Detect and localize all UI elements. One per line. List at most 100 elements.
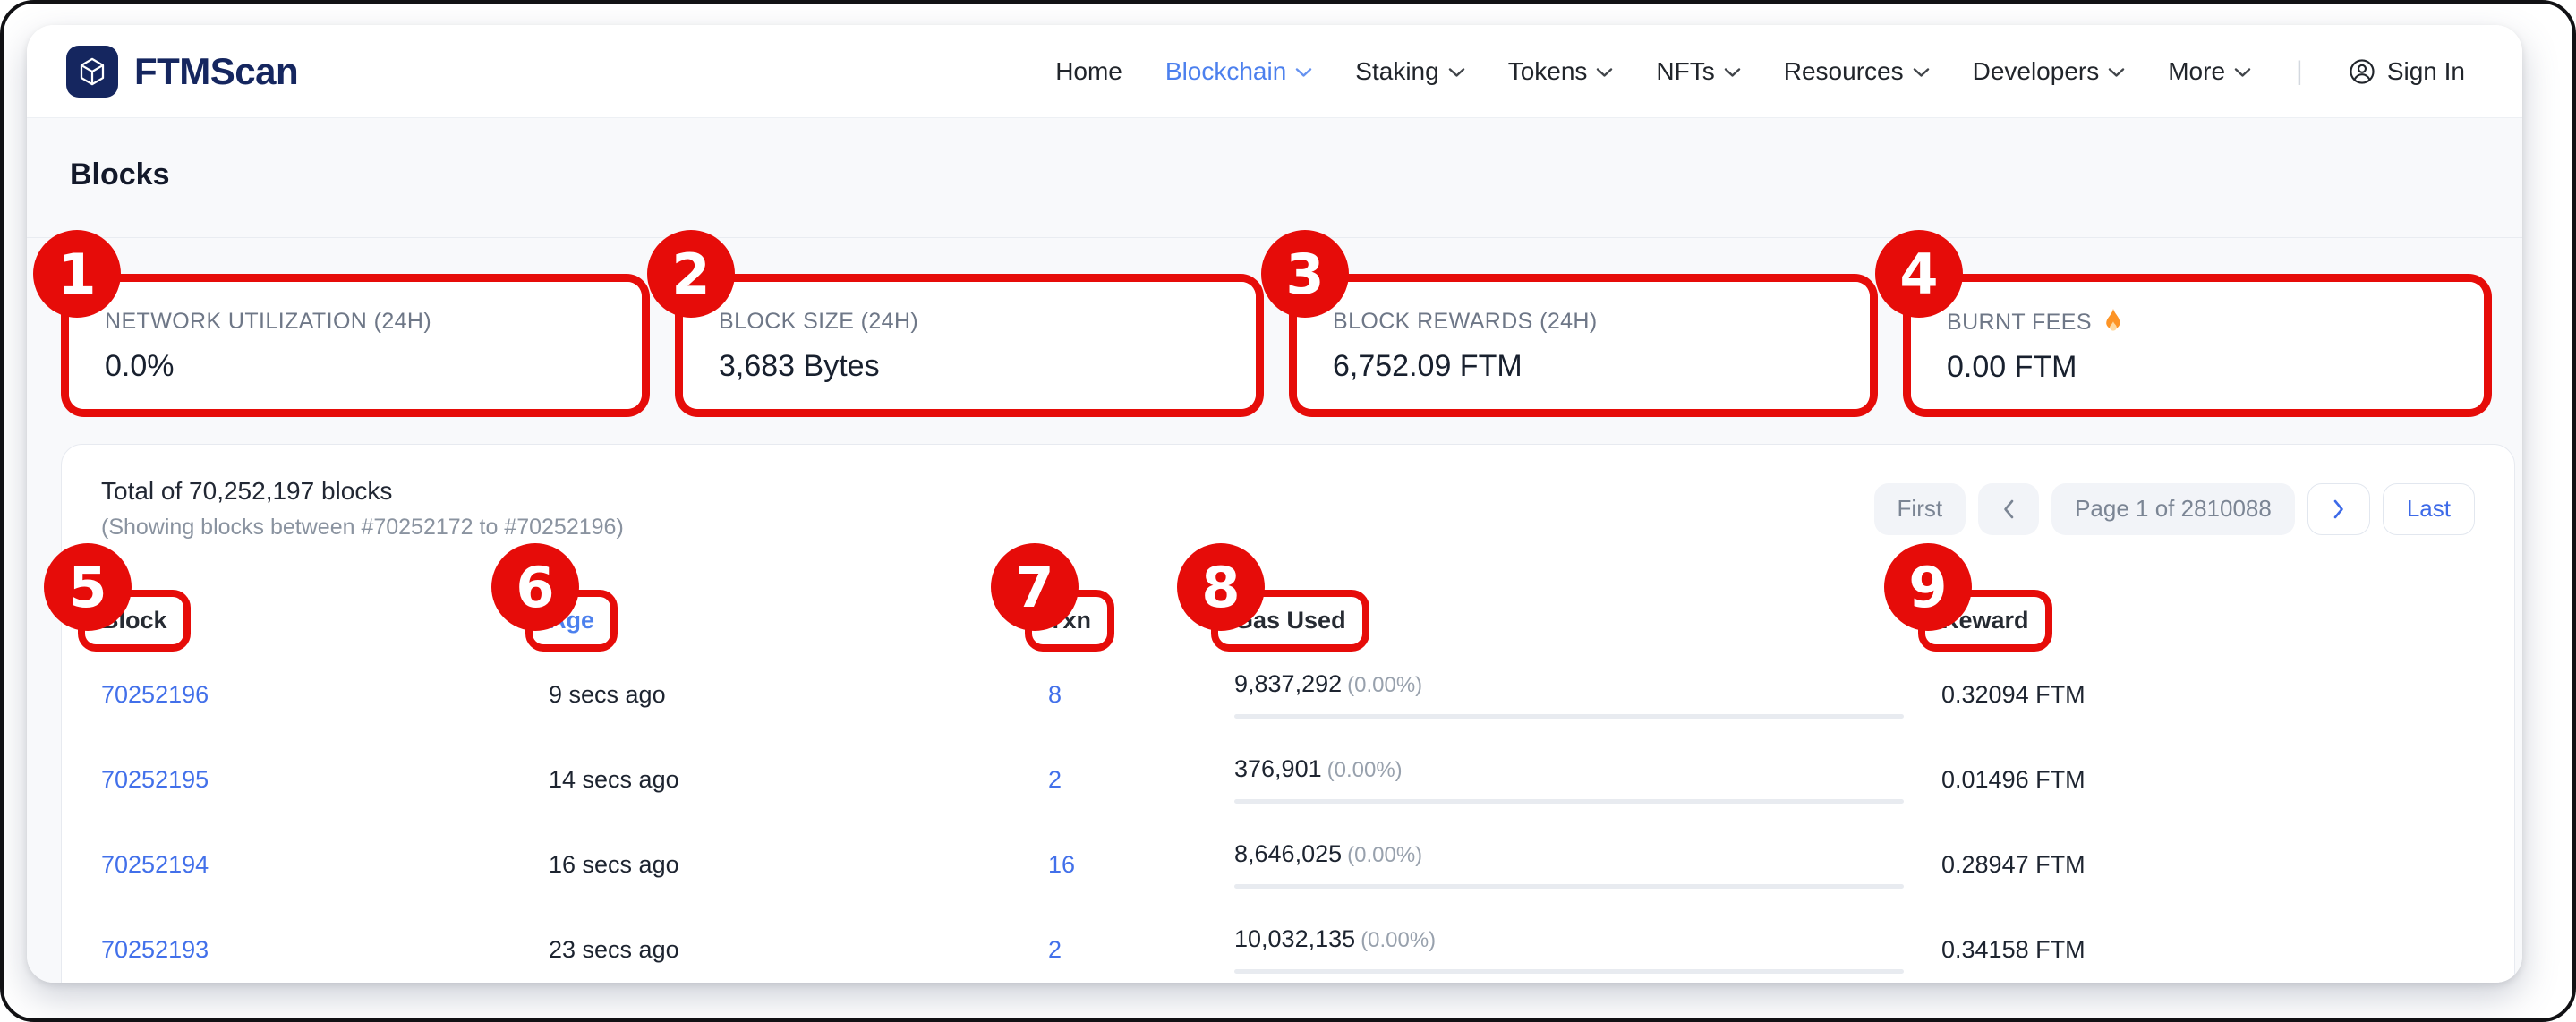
nav-item-staking[interactable]: Staking	[1355, 57, 1464, 86]
stat-card-label: BURNT FEES	[1947, 310, 2092, 336]
annotation-number-5: 5	[44, 543, 132, 631]
chevron-down-icon	[1596, 68, 1613, 78]
gas-used-percent: (0.00%)	[1361, 928, 1436, 952]
annotation-number-3: 3	[1261, 230, 1349, 318]
pagination-last-button[interactable]: Last	[2383, 483, 2475, 535]
gas-used-percent: (0.00%)	[1347, 673, 1422, 697]
nav-item-developers[interactable]: Developers	[1973, 57, 2126, 86]
stat-card-label: BLOCK REWARDS (24H)	[1333, 309, 1598, 335]
gas-used-value: 8,646,025	[1234, 840, 1342, 867]
chevron-down-icon	[2108, 68, 2125, 78]
stats-row: NETWORK UTILIZATION (24H) 0.0% 1 BLOCK S…	[27, 238, 2522, 417]
column-header-gas-used: Gas Used 8	[1234, 590, 1941, 652]
gas-progress-bar	[1234, 969, 1904, 974]
gas-used-value: 9,837,292	[1234, 670, 1342, 697]
annotation-box-7: Txn 7	[1025, 590, 1114, 652]
annotation-number-6: 6	[491, 543, 579, 631]
nav-divider: |	[2296, 56, 2303, 87]
annotation-box-4: BURNT FEES 0.00 FTM 4	[1903, 274, 2492, 417]
sign-in-label: Sign In	[2387, 57, 2465, 86]
gas-used-cell: 10,032,135(0.00%)	[1234, 925, 1941, 974]
annotation-box-9: Reward 9	[1918, 590, 2052, 652]
chevron-left-icon	[2001, 498, 2016, 521]
annotation-box-5: Block 5	[78, 590, 191, 652]
txn-count-link[interactable]: 2	[1048, 936, 1062, 963]
nav-item-nfts[interactable]: NFTs	[1656, 57, 1740, 86]
block-number-link[interactable]: 70252194	[101, 851, 209, 878]
main-nav: Home Blockchain Staking Tokens NFTs Resources…	[1055, 56, 2465, 87]
pagination-first-button[interactable]: First	[1874, 483, 1966, 535]
site-header: FTMScan Home Blockchain Staking Tokens NFTs R…	[27, 25, 2522, 118]
stat-card-network-utilization-24h: NETWORK UTILIZATION (24H) 0.0%	[69, 282, 642, 409]
annotation-box-6: Age 6	[525, 590, 618, 652]
reward-cell: 0.34158 FTM	[1941, 936, 2086, 963]
pagination-prev-button[interactable]	[1978, 483, 2039, 535]
ftmscan-logo[interactable]: FTMScan	[66, 46, 298, 98]
nav-item-label: Developers	[1973, 57, 2100, 86]
annotation-number-1: 1	[33, 230, 121, 318]
nav-item-home[interactable]: Home	[1055, 57, 1122, 86]
showing-range-text: (Showing blocks between #70252172 to #70…	[101, 515, 624, 541]
gas-used-percent: (0.00%)	[1347, 843, 1422, 867]
nav-item-label: Tokens	[1508, 57, 1588, 86]
chevron-down-icon	[1724, 68, 1741, 78]
total-blocks-text: Total of 70,252,197 blocks	[101, 477, 624, 506]
annotation-number-8: 8	[1177, 543, 1265, 631]
chevron-right-icon	[2332, 498, 2346, 521]
annotation-number-9: 9	[1884, 543, 1972, 631]
reward-cell: 0.28947 FTM	[1941, 851, 2086, 878]
column-header-reward: Reward 9	[1941, 590, 2475, 652]
annotation-box-1: NETWORK UTILIZATION (24H) 0.0% 1	[61, 274, 650, 417]
stat-card-burnt-fees: BURNT FEES 0.00 FTM	[1911, 282, 2484, 409]
table-row: 70252194 16 secs ago 16 8,646,025(0.00%)…	[62, 822, 2514, 907]
txn-count-link[interactable]: 16	[1048, 851, 1075, 878]
stat-card-value: 0.0%	[105, 349, 606, 384]
gas-used-percent: (0.00%)	[1327, 758, 1403, 782]
annotation-number-2: 2	[647, 230, 735, 318]
nav-item-blockchain[interactable]: Blockchain	[1165, 57, 1312, 86]
txn-count-link[interactable]: 2	[1048, 766, 1062, 793]
cube-logo-icon	[66, 46, 118, 98]
reward-cell: 0.32094 FTM	[1941, 681, 2086, 708]
block-number-link[interactable]: 70252193	[101, 936, 209, 963]
annotation-box-8: Gas Used 8	[1211, 590, 1369, 652]
gas-used-cell: 8,646,025(0.00%)	[1234, 840, 1941, 889]
table-row: 70252195 14 secs ago 2 376,901(0.00%) 0.…	[62, 737, 2514, 822]
sign-in-button[interactable]: Sign In	[2348, 57, 2465, 86]
age-cell: 16 secs ago	[549, 851, 679, 878]
chevron-down-icon	[1913, 68, 1930, 78]
table-summary: Total of 70,252,197 blocks (Showing bloc…	[101, 477, 624, 541]
nav-item-label: Staking	[1355, 57, 1438, 86]
stat-card-label: BLOCK SIZE (24H)	[719, 309, 918, 335]
browser-page: FTMScan Home Blockchain Staking Tokens NFTs R…	[27, 25, 2522, 983]
stat-card-value: 6,752.09 FTM	[1333, 349, 1834, 384]
txn-count-link[interactable]: 8	[1048, 681, 1062, 708]
nav-item-label: Resources	[1784, 57, 1904, 86]
gas-used-cell: 9,837,292(0.00%)	[1234, 670, 1941, 719]
nav-item-label: Home	[1055, 57, 1122, 86]
nav-item-label: Blockchain	[1165, 57, 1286, 86]
pagination: First Page 1 of 2810088 Last	[1874, 483, 2475, 535]
reward-cell: 0.01496 FTM	[1941, 766, 2086, 793]
nav-item-resources[interactable]: Resources	[1784, 57, 1930, 86]
annotation-number-4: 4	[1875, 230, 1963, 318]
page-title: Blocks	[70, 158, 2479, 192]
gas-used-value: 10,032,135	[1234, 925, 1355, 952]
nav-item-label: NFTs	[1656, 57, 1714, 86]
pagination-next-button[interactable]	[2307, 483, 2370, 535]
age-cell: 9 secs ago	[549, 681, 666, 708]
brand-name: FTMScan	[134, 50, 298, 93]
pagination-page-indicator: Page 1 of 2810088	[2051, 483, 2295, 535]
table-header-row: Block 5 Age 6 Txn 7 Gas Used 8 Reward	[62, 566, 2514, 652]
block-number-link[interactable]: 70252196	[101, 681, 209, 708]
page-head: Blocks	[27, 118, 2522, 238]
nav-item-tokens[interactable]: Tokens	[1508, 57, 1614, 86]
nav-item-more[interactable]: More	[2168, 57, 2251, 86]
block-number-link[interactable]: 70252195	[101, 766, 209, 793]
table-row: 70252196 9 secs ago 8 9,837,292(0.00%) 0…	[62, 652, 2514, 737]
stat-card-block-rewards-24h: BLOCK REWARDS (24H) 6,752.09 FTM	[1297, 282, 1870, 409]
gas-used-cell: 376,901(0.00%)	[1234, 755, 1941, 804]
stat-card-block-size-24h: BLOCK SIZE (24H) 3,683 Bytes	[683, 282, 1256, 409]
age-cell: 23 secs ago	[549, 936, 679, 963]
table-top: Total of 70,252,197 blocks (Showing bloc…	[62, 445, 2514, 566]
